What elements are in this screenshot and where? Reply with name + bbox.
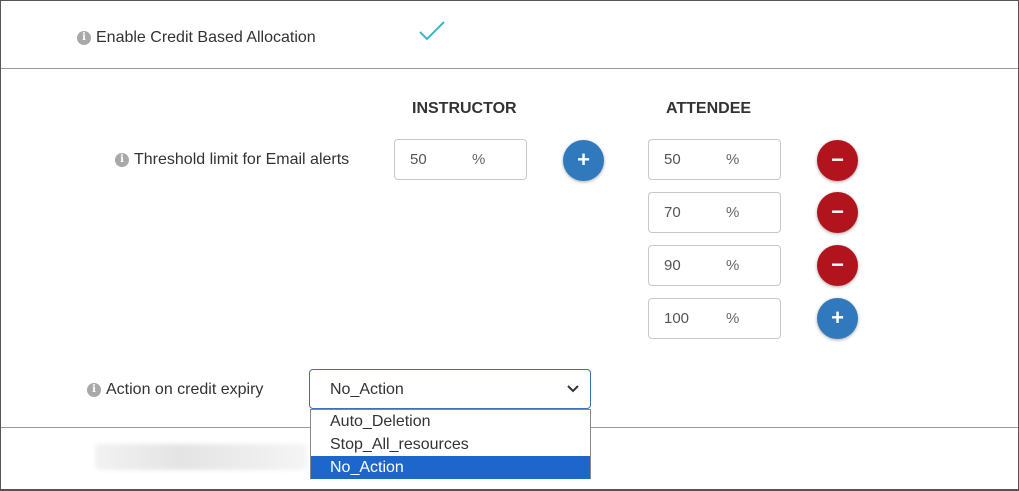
remove-attendee-threshold-button-1[interactable]: − <box>817 140 858 181</box>
remove-attendee-threshold-button-2[interactable]: − <box>817 192 858 233</box>
chevron-down-icon <box>567 385 579 393</box>
add-instructor-threshold-button[interactable]: + <box>563 140 604 181</box>
attendee-threshold-input-2[interactable]: 70 % <box>648 192 781 233</box>
percent-symbol: % <box>726 151 740 168</box>
percent-symbol: % <box>726 204 740 221</box>
blurred-content <box>95 444 307 470</box>
instructor-threshold-input[interactable]: 50 % <box>394 139 527 180</box>
remove-attendee-threshold-button-3[interactable]: − <box>817 245 858 286</box>
threshold-label: Threshold limit for Email alerts <box>134 151 350 168</box>
check-icon[interactable] <box>418 20 446 42</box>
option-stop-all-resources[interactable]: Stop_All_resources <box>311 433 590 456</box>
attendee-threshold-input-4[interactable]: 100 % <box>648 298 781 339</box>
credit-allocation-label: Enable Credit Based Allocation <box>96 29 316 46</box>
attendee-threshold-value: 90 <box>664 257 681 274</box>
percent-symbol: % <box>726 257 740 274</box>
percent-symbol: % <box>472 151 486 168</box>
section-divider <box>1 68 1018 69</box>
option-auto-deletion[interactable]: Auto_Deletion <box>311 410 590 433</box>
attendee-threshold-input-3[interactable]: 90 % <box>648 245 781 286</box>
percent-symbol: % <box>726 310 740 327</box>
expiry-action-label: Action on credit expiry <box>106 381 264 398</box>
attendee-threshold-value: 100 <box>664 310 690 327</box>
add-attendee-threshold-button[interactable]: + <box>817 298 858 339</box>
attendee-threshold-value: 50 <box>664 151 681 168</box>
expiry-action-select[interactable]: No_Action <box>309 369 591 409</box>
info-icon[interactable]: i <box>77 31 91 45</box>
info-icon[interactable]: i <box>87 383 101 397</box>
info-icon[interactable]: i <box>115 153 129 167</box>
expiry-action-selected-value: No_Action <box>330 381 404 398</box>
column-header-instructor: INSTRUCTOR <box>412 100 517 117</box>
option-no-action[interactable]: No_Action <box>311 456 590 479</box>
column-header-attendee: ATTENDEE <box>666 100 752 117</box>
expiry-action-options: Auto_Deletion Stop_All_resources No_Acti… <box>310 409 591 479</box>
instructor-threshold-value: 50 <box>410 151 427 168</box>
attendee-threshold-input-1[interactable]: 50 % <box>648 139 781 180</box>
attendee-threshold-value: 70 <box>664 204 681 221</box>
